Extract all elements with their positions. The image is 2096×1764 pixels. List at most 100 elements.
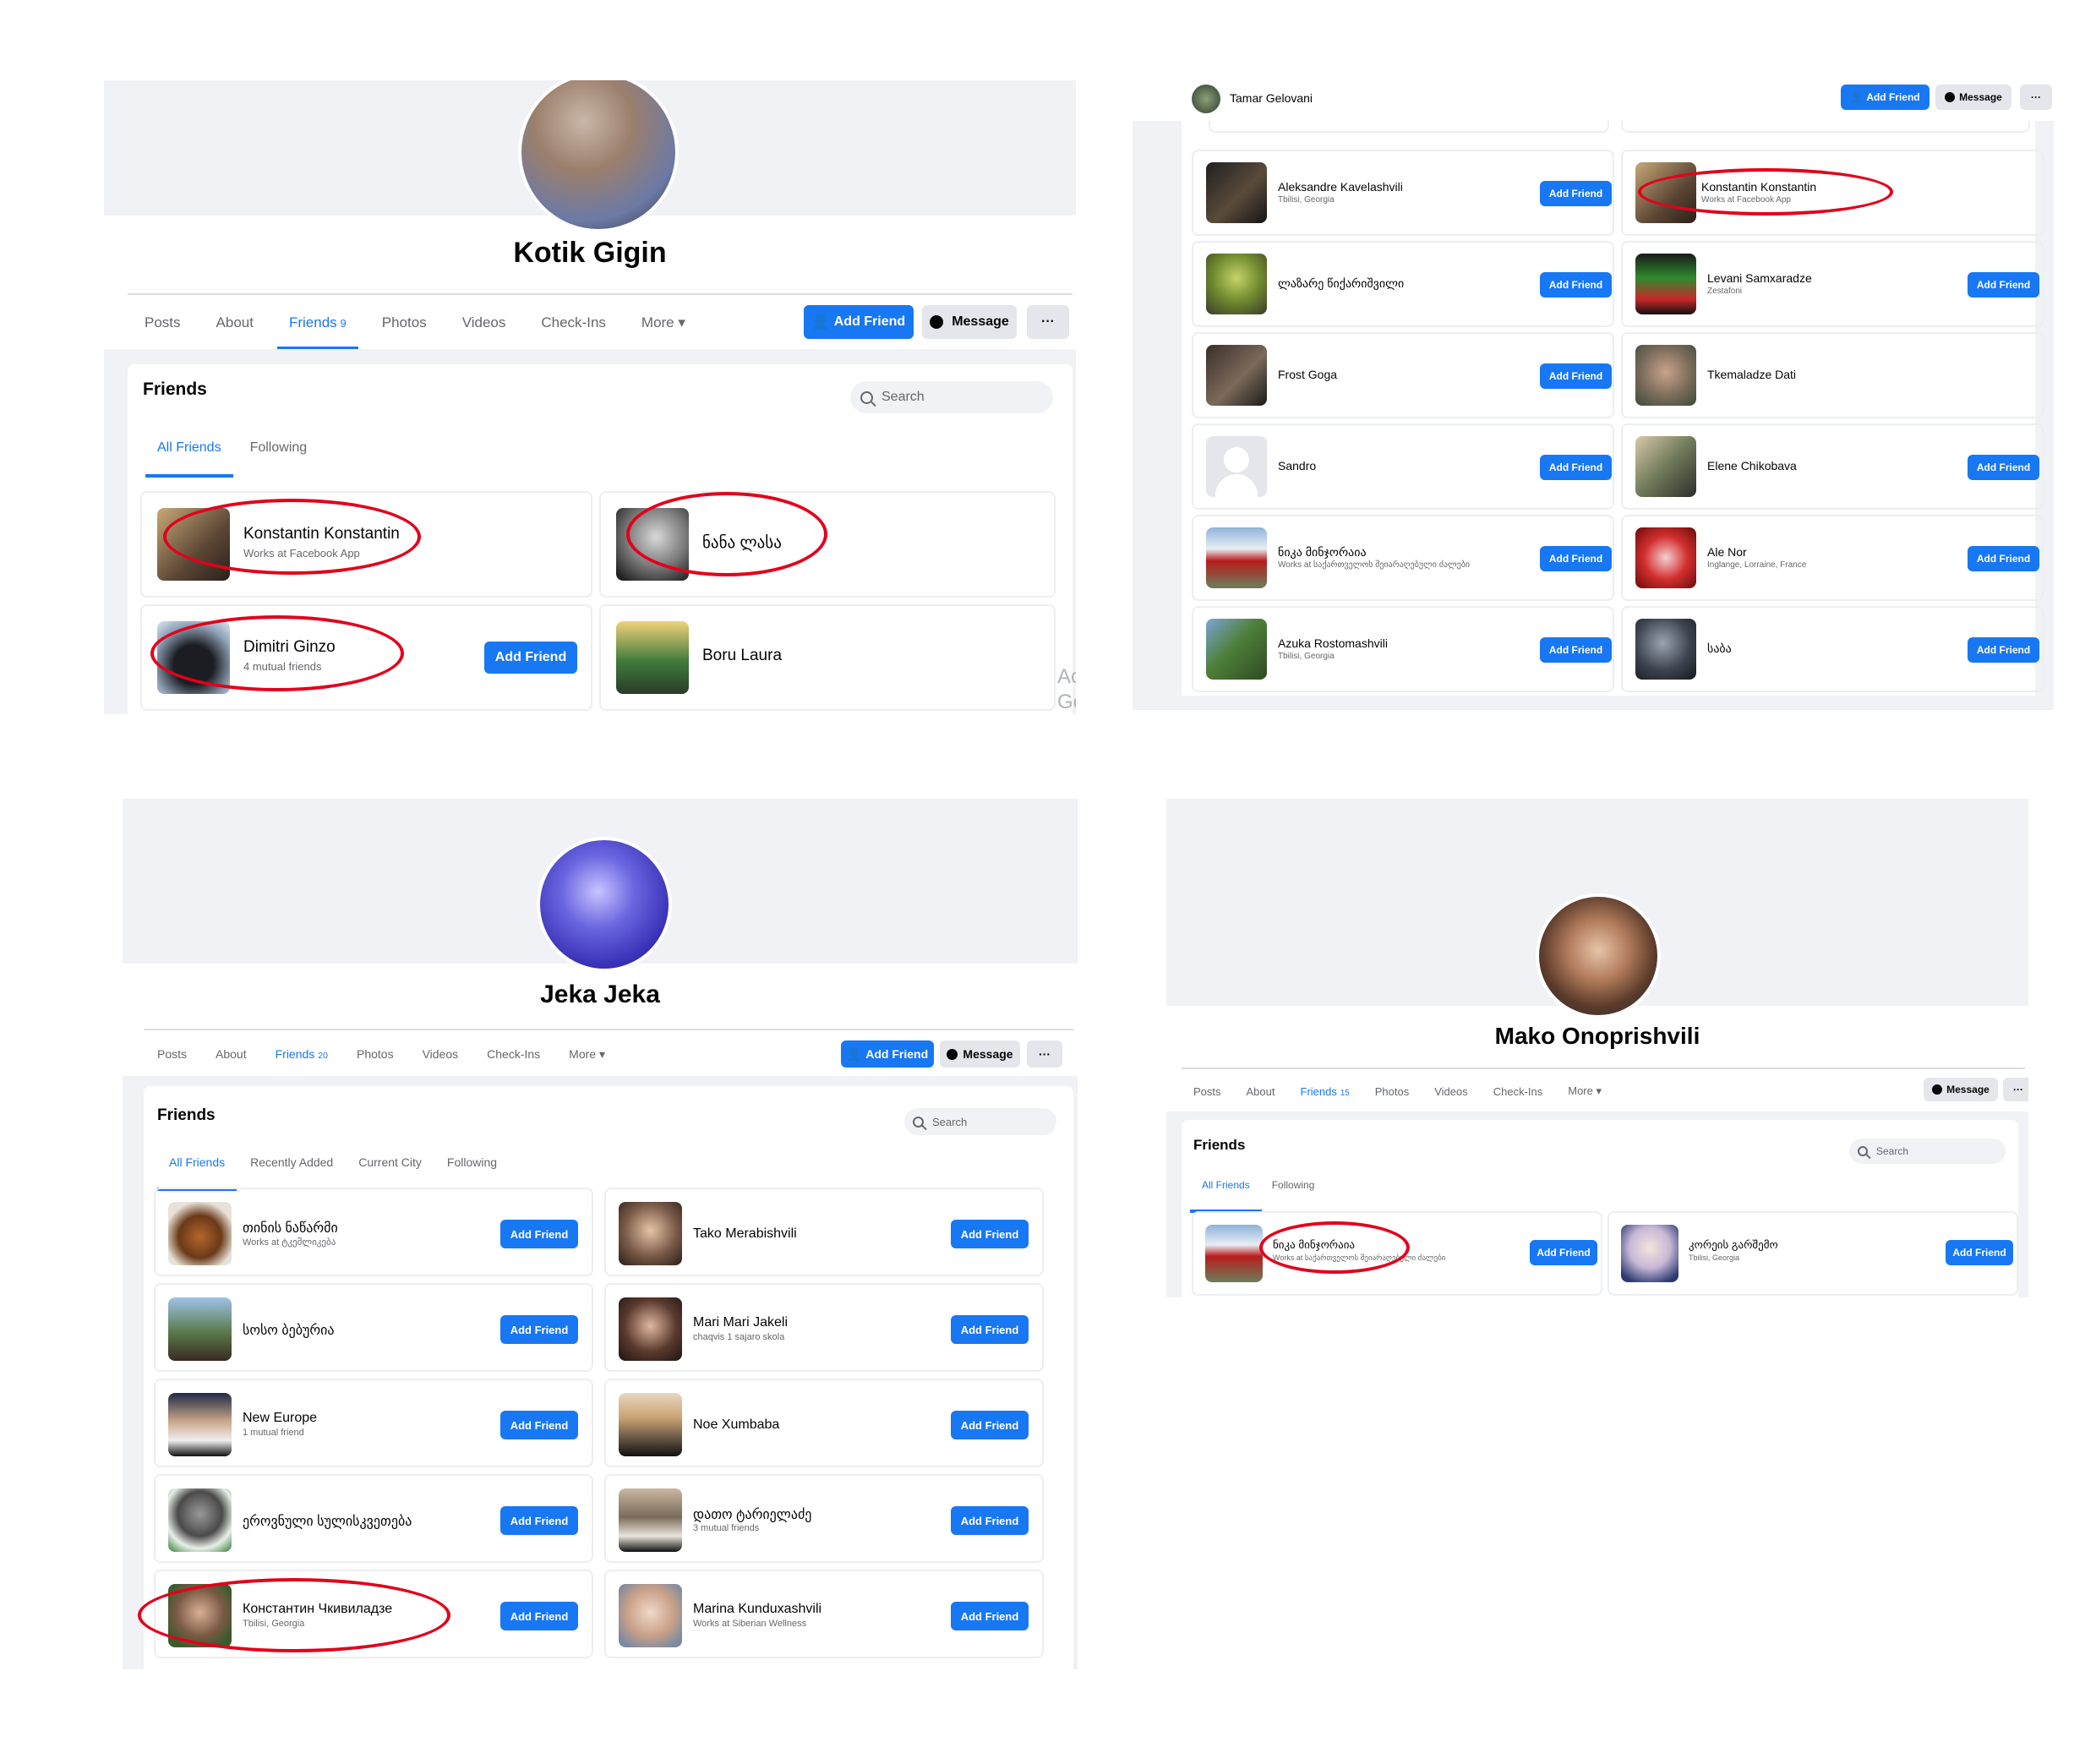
- message-button[interactable]: Message: [922, 305, 1017, 339]
- message-button[interactable]: Message: [1924, 1078, 1998, 1101]
- tab-checkins[interactable]: Check-Ins: [541, 314, 606, 331]
- tab-posts[interactable]: Posts: [145, 314, 181, 331]
- friend-card[interactable]: Boru Laura: [599, 604, 1056, 711]
- subtab-all-friends[interactable]: All Friends: [1190, 1179, 1262, 1213]
- friend-name[interactable]: თინის ნაწარმი: [243, 1220, 338, 1237]
- friend-avatar[interactable]: [168, 1393, 232, 1456]
- friend-card[interactable]: ეროვნული სულისკვეთება Add Friend: [154, 1474, 593, 1563]
- add-friend-button[interactable]: Add Friend: [1946, 1240, 2013, 1265]
- friend-avatar[interactable]: [168, 1297, 232, 1361]
- tab-checkins[interactable]: Check-Ins: [487, 1047, 540, 1061]
- friend-card[interactable]: Aleksandre Kavelashvili Tbilisi, Georgia…: [1192, 150, 1614, 236]
- friend-name[interactable]: Elene Chikobava: [1707, 459, 1797, 472]
- friend-card[interactable]: ნიკა მინჯორაია Works at საქართველოს შეია…: [1192, 515, 1614, 601]
- friend-name[interactable]: Mari Mari Jakeli: [693, 1315, 788, 1330]
- subtab-following[interactable]: Following: [447, 1155, 497, 1169]
- add-friend-button[interactable]: Add Friend: [1540, 546, 1612, 571]
- tab-posts[interactable]: Posts: [157, 1047, 187, 1061]
- add-friend-button[interactable]: Add Friend: [1540, 181, 1612, 206]
- header-avatar[interactable]: [1192, 85, 1220, 113]
- tab-more[interactable]: More ▾: [641, 314, 685, 331]
- friend-card[interactable]: Sandro Add Friend: [1192, 423, 1614, 510]
- friend-avatar[interactable]: [1205, 1225, 1263, 1282]
- add-friend-button[interactable]: Add Friend: [1968, 455, 2039, 480]
- more-options-button[interactable]: ···: [1027, 305, 1069, 339]
- tab-checkins[interactable]: Check-Ins: [1493, 1085, 1543, 1098]
- friend-name[interactable]: Ale Nor: [1707, 545, 1747, 559]
- friend-card[interactable]: კორეის გარშემო Tbilisi, Georgia Add Frie…: [1607, 1211, 2018, 1296]
- friend-card[interactable]: Noe Xumbaba Add Friend: [604, 1379, 1044, 1467]
- add-friend-button[interactable]: Add Friend: [951, 1411, 1029, 1439]
- add-friend-button[interactable]: Add Friend: [1540, 272, 1612, 298]
- subtab-following[interactable]: Following: [1272, 1179, 1315, 1191]
- tab-more[interactable]: More ▾: [1568, 1084, 1602, 1098]
- friend-card[interactable]: Tako Merabishvili Add Friend: [604, 1188, 1044, 1276]
- subtab-recently-added[interactable]: Recently Added: [250, 1155, 333, 1169]
- add-friend-button[interactable]: Add Friend: [951, 1220, 1029, 1248]
- friend-avatar[interactable]: [1621, 1225, 1678, 1282]
- friend-avatar[interactable]: [1206, 254, 1267, 314]
- add-friend-button[interactable]: Add Friend: [1968, 637, 2039, 663]
- friend-name[interactable]: Noe Xumbaba: [693, 1417, 779, 1433]
- tab-more[interactable]: More ▾: [569, 1047, 605, 1062]
- add-friend-button[interactable]: Add Friend: [500, 1602, 578, 1630]
- add-friend-button[interactable]: 👤 Add Friend: [1841, 85, 1930, 110]
- friend-avatar[interactable]: [619, 1488, 682, 1552]
- friend-avatar[interactable]: [1206, 345, 1267, 406]
- friend-name[interactable]: Sandro: [1278, 459, 1316, 472]
- friends-search-input[interactable]: Search: [1849, 1139, 2006, 1164]
- friend-card[interactable]: Azuka Rostomashvili Tbilisi, Georgia Add…: [1192, 606, 1614, 692]
- add-friend-button[interactable]: Add Friend: [1540, 637, 1612, 663]
- friend-avatar[interactable]: [1635, 254, 1696, 314]
- add-friend-button[interactable]: Add Friend: [951, 1602, 1029, 1630]
- more-options-button[interactable]: ···: [1027, 1040, 1062, 1068]
- add-friend-button[interactable]: Add Friend: [1540, 455, 1612, 480]
- tab-photos[interactable]: Photos: [1375, 1085, 1409, 1098]
- friend-avatar[interactable]: [168, 1202, 232, 1265]
- more-options-button[interactable]: ···: [2003, 1078, 2028, 1101]
- tab-friends[interactable]: Friends 20: [263, 1047, 341, 1079]
- friend-avatar[interactable]: [168, 1488, 232, 1552]
- friend-avatar[interactable]: [1206, 162, 1267, 223]
- friend-name[interactable]: Frost Goga: [1278, 368, 1337, 381]
- friend-name[interactable]: Marina Kunduxashvili: [693, 1602, 821, 1617]
- profile-avatar[interactable]: [537, 837, 672, 972]
- add-friend-button[interactable]: Add Friend: [1540, 363, 1612, 389]
- add-friend-button[interactable]: Add Friend: [500, 1315, 578, 1344]
- friends-search-input[interactable]: Search: [904, 1108, 1056, 1135]
- friend-avatar[interactable]: [1635, 345, 1696, 406]
- tab-videos[interactable]: Videos: [1434, 1085, 1468, 1098]
- add-friend-button[interactable]: Add Friend: [1968, 546, 2039, 571]
- tab-friends[interactable]: Friends 15: [1288, 1085, 1362, 1117]
- subtab-all-friends[interactable]: All Friends: [145, 440, 233, 478]
- friend-name[interactable]: ეროვნული სულისკვეთება: [243, 1513, 412, 1530]
- friend-name[interactable]: Azuka Rostomashvili: [1278, 636, 1388, 650]
- friend-card[interactable]: Marina Kunduxashvili Works at Siberian W…: [604, 1570, 1044, 1658]
- tab-friends[interactable]: Friends 9: [277, 314, 358, 350]
- add-friend-button[interactable]: Add Friend: [1530, 1240, 1597, 1265]
- friend-card[interactable]: Tkemaladze Dati: [1621, 332, 2044, 418]
- friend-name[interactable]: Levani Samxaradze: [1707, 271, 1812, 285]
- friend-avatar[interactable]: [619, 1297, 682, 1361]
- subtab-current-city[interactable]: Current City: [358, 1155, 422, 1169]
- tab-posts[interactable]: Posts: [1193, 1085, 1221, 1098]
- add-friend-button[interactable]: Add Friend: [484, 642, 577, 674]
- friend-name[interactable]: სოსო ბებურია: [243, 1322, 335, 1339]
- friend-avatar[interactable]: [619, 1584, 682, 1647]
- add-friend-button[interactable]: Add Friend: [500, 1506, 578, 1535]
- friend-name[interactable]: ლაზარე წიქარიშვილი: [1278, 276, 1404, 291]
- friend-name[interactable]: კორეის გარშემო: [1689, 1238, 1778, 1252]
- friend-avatar[interactable]: [616, 621, 689, 694]
- friend-name[interactable]: Boru Laura: [702, 647, 782, 665]
- friend-avatar[interactable]: [619, 1393, 682, 1456]
- profile-avatar[interactable]: [1536, 893, 1661, 1019]
- friend-card[interactable]: Frost Goga Add Friend: [1192, 332, 1614, 418]
- friend-name[interactable]: New Europe: [243, 1411, 317, 1426]
- friend-avatar[interactable]: [619, 1202, 682, 1265]
- friend-name[interactable]: დათო ტარიელაძე: [693, 1506, 811, 1523]
- tab-photos[interactable]: Photos: [357, 1047, 394, 1061]
- add-friend-button[interactable]: 👤 Add Friend: [841, 1040, 934, 1068]
- add-friend-button[interactable]: Add Friend: [951, 1315, 1029, 1344]
- add-friend-button[interactable]: Add Friend: [500, 1411, 578, 1439]
- message-button[interactable]: Message: [940, 1040, 1020, 1068]
